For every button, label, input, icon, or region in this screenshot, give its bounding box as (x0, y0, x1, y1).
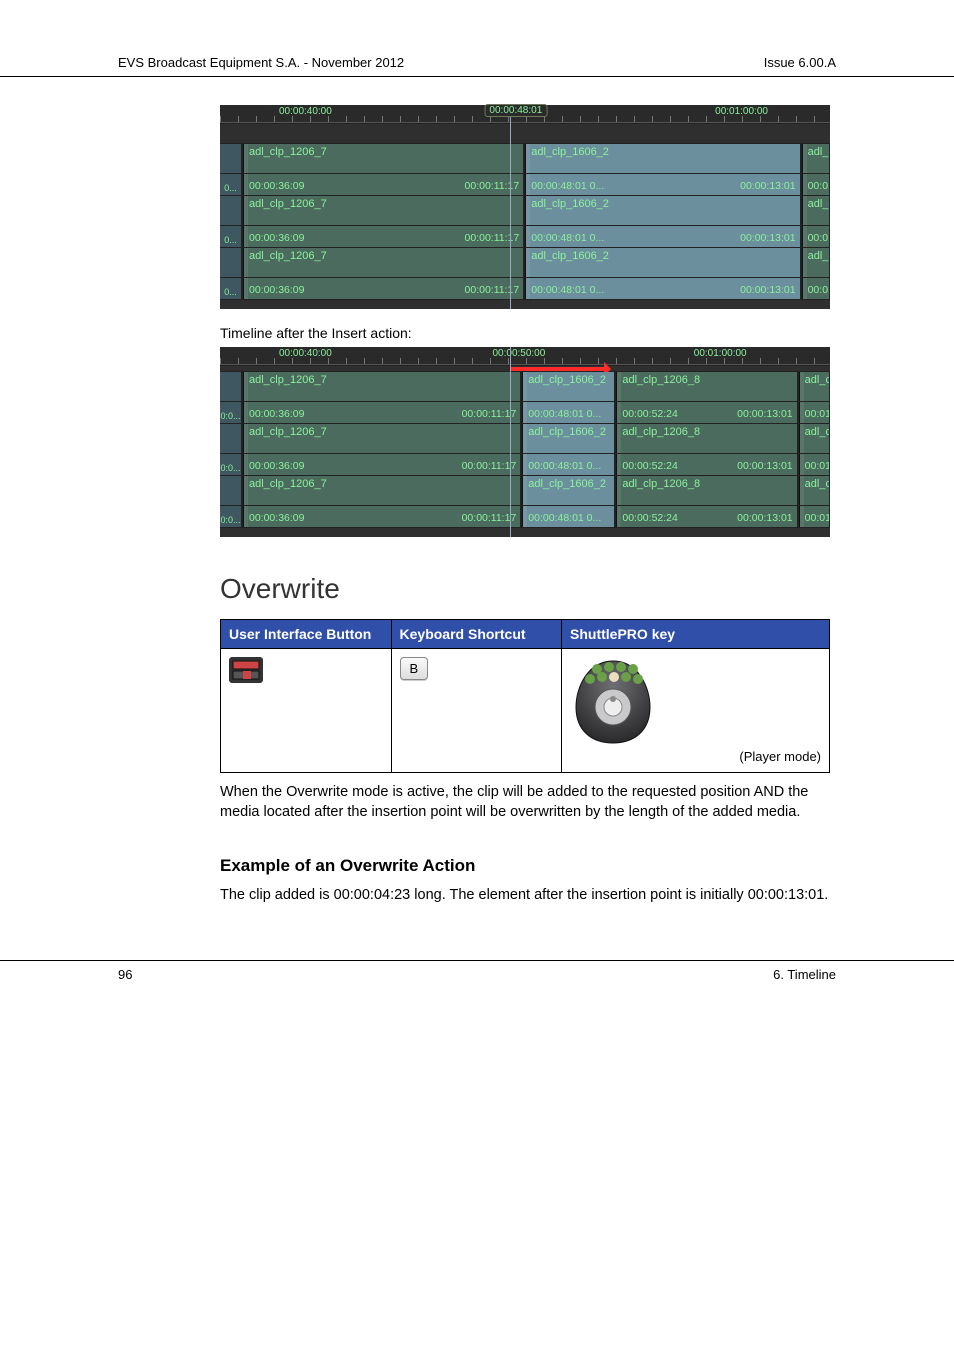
header-left: EVS Broadcast Equipment S.A. - November … (118, 55, 404, 70)
timeline-before-insert: 00:00:40:00 00:00:48:01 00:01:00:00 adl_clp… (220, 105, 830, 309)
track-side-label (220, 476, 242, 505)
overwrite-table: User Interface Button Keyboard Shortcut … (220, 619, 830, 773)
clip-timecode: 00:00:48:01 0...00:00:13:01 (524, 278, 800, 299)
track-side-label (220, 372, 242, 401)
track-side-tc: 0:0... (220, 454, 242, 475)
clip-timecode: 00:00:48:01 0... (521, 506, 615, 527)
header-right: Issue 6.00.A (764, 55, 836, 70)
timeline-after-insert: 00:00:40:00 00:00:50:00 00:01:00:00 adl_clp… (220, 347, 830, 537)
clip: adl_clp_1606_2 (521, 476, 615, 505)
clip: adl_c (798, 372, 830, 401)
clip-timecode: 00:00:48:01 0...00:00:13:01 (524, 174, 800, 195)
clip-timecode: 00:00:48:01 0... (521, 454, 615, 475)
track-side-tc: 0... (220, 226, 242, 247)
clip: adl_clp_1606_2 (524, 144, 800, 173)
keyboard-key-b: B (400, 657, 429, 680)
example-paragraph: The clip added is 00:00:04:23 long. The … (220, 886, 830, 906)
ruler-timecode: 00:00:40:00 (279, 348, 332, 359)
ruler-timecode: 00:00:50:00 (492, 348, 545, 359)
track-side-tc: 0... (220, 278, 242, 299)
track-side-tc: 0:0... (220, 402, 242, 423)
clip-timecode: 00:00:36:0900:00:11:17 (242, 278, 524, 299)
track-side-tc: 0:0... (220, 506, 242, 527)
ruler-timecode: 00:01:00:00 (715, 106, 768, 117)
track-side-tc: 0... (220, 174, 242, 195)
ruler-timecode: 00:01:00:00 (694, 348, 747, 359)
track-side-label (220, 144, 242, 173)
clip-timecode: 00:01 (798, 402, 830, 423)
clip: adl_clp_1206_7 (242, 196, 524, 225)
th-ui-button: User Interface Button (221, 620, 392, 649)
track-side-label (220, 196, 242, 225)
clip: adl_clp_1206_7 (242, 424, 521, 453)
ruler-timecode: 00:00:40:00 (279, 106, 332, 117)
clip: adl_clp_1206_8 (615, 372, 797, 401)
clip-timecode: 00:00:36:0900:00:11:17 (242, 226, 524, 247)
playhead-line (510, 347, 511, 537)
footer-page: 96 (118, 967, 132, 982)
playhead-line (510, 105, 511, 309)
clip: adl_clp_1606_2 (521, 424, 615, 453)
ruler-timecode: 00:00:48:01 (484, 104, 547, 117)
clip: adl_clp_1606_2 (524, 196, 800, 225)
track-side-label (220, 248, 242, 277)
clip-timecode: 00:01 (801, 226, 830, 247)
clip: adl_c (801, 144, 830, 173)
caption-after-insert: Timeline after the Insert action: (220, 325, 830, 341)
clip: adl_clp_1606_2 (521, 372, 615, 401)
overwrite-paragraph: When the Overwrite mode is active, the c… (220, 783, 830, 822)
insert-arrow-icon (510, 367, 608, 371)
clip-timecode: 00:00:52:2400:00:13:01 (615, 402, 797, 423)
clip-timecode: 00:00:36:0900:00:11:17 (242, 506, 521, 527)
clip: adl_c (798, 424, 830, 453)
clip-timecode: 00:00:36:0900:00:11:17 (242, 174, 524, 195)
footer-section: 6. Timeline (773, 967, 836, 982)
clip-timecode: 00:00:36:0900:00:11:17 (242, 402, 521, 423)
clip-timecode: 00:01 (798, 506, 830, 527)
clip-timecode: 00:00:48:01 0...00:00:13:01 (524, 226, 800, 247)
shuttlepro-icon (570, 657, 821, 745)
clip-timecode: 00:00:48:01 0... (521, 402, 615, 423)
clip-timecode: 00:01 (798, 454, 830, 475)
player-mode-label: (Player mode) (570, 749, 821, 764)
clip-timecode: 00:01 (801, 278, 830, 299)
clip: adl_clp_1606_2 (524, 248, 800, 277)
clip-timecode: 00:00:36:0900:00:11:17 (242, 454, 521, 475)
clip: adl_clp_1206_7 (242, 248, 524, 277)
th-shuttle: ShuttlePRO key (562, 620, 830, 649)
clip-timecode: 00:01 (801, 174, 830, 195)
heading-overwrite: Overwrite (220, 573, 830, 605)
overwrite-ui-button-icon (229, 657, 383, 683)
clip: adl_clp_1206_8 (615, 424, 797, 453)
track-side-label (220, 424, 242, 453)
clip: adl_c (801, 196, 830, 225)
clip: adl_clp_1206_7 (242, 372, 521, 401)
clip: adl_clp_1206_7 (242, 144, 524, 173)
heading-example: Example of an Overwrite Action (220, 856, 830, 876)
clip: adl_clp_1206_8 (615, 476, 797, 505)
clip: adl_c (798, 476, 830, 505)
th-keyboard: Keyboard Shortcut (391, 620, 562, 649)
clip-timecode: 00:00:52:2400:00:13:01 (615, 506, 797, 527)
clip: adl_clp_1206_7 (242, 476, 521, 505)
clip-timecode: 00:00:52:2400:00:13:01 (615, 454, 797, 475)
clip: adl_c (801, 248, 830, 277)
